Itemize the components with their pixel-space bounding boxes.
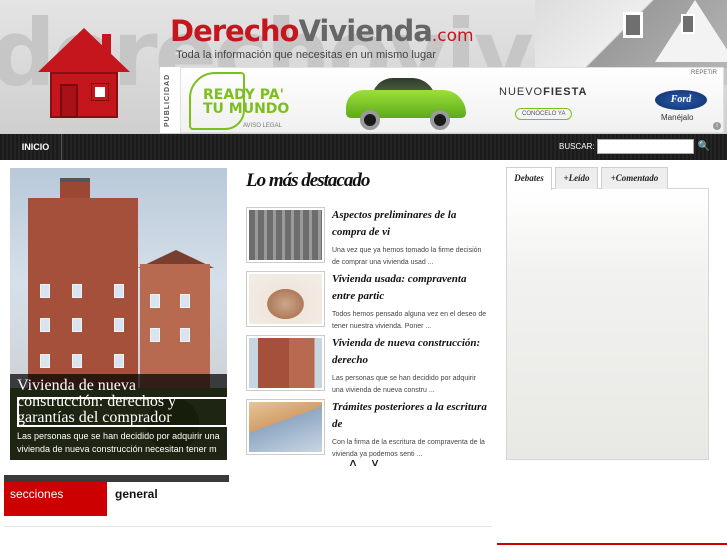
building-window bbox=[180, 328, 190, 342]
tab-debates[interactable]: Debates bbox=[506, 167, 552, 190]
building-window bbox=[40, 284, 50, 298]
featured-article[interactable]: Vivienda de nueva construcción: derechos… bbox=[10, 168, 227, 460]
ad-model-name: FIESTA bbox=[543, 86, 588, 98]
site-tagline: Toda la información que necesitas en un … bbox=[176, 49, 436, 61]
article-title[interactable]: Trámites posteriores a la escritura de bbox=[332, 399, 487, 433]
building-window bbox=[72, 318, 82, 332]
highlights-heading: Lo más destacado bbox=[246, 170, 370, 191]
building-window bbox=[72, 354, 82, 368]
building-window bbox=[150, 328, 160, 342]
thumb-image bbox=[249, 338, 322, 388]
header-house-photo bbox=[535, 0, 727, 68]
building-window bbox=[40, 354, 50, 368]
building-window bbox=[114, 318, 124, 332]
building-window bbox=[40, 318, 50, 332]
car-image bbox=[346, 78, 466, 130]
thumb-image bbox=[249, 274, 322, 324]
article-pager: ˄ ˅ bbox=[346, 456, 386, 470]
search-label: BUSCAR: bbox=[559, 142, 595, 151]
tab-comentado[interactable]: +Comentado bbox=[601, 167, 668, 189]
tab-leido[interactable]: +Leído bbox=[555, 167, 598, 189]
tabs-content-panel bbox=[506, 188, 709, 460]
article-title[interactable]: Aspectos preliminares de la compra de vi bbox=[332, 207, 487, 241]
ad-model-prefix: NUEVO bbox=[499, 86, 544, 98]
article-title[interactable]: Vivienda de nueva construcción: derecho bbox=[332, 335, 487, 369]
sections-label: secciones bbox=[4, 482, 107, 516]
article-description: Las personas que se han decidido por adq… bbox=[332, 375, 476, 394]
photo-window bbox=[681, 14, 695, 34]
brick-building-thumb-icon[interactable] bbox=[246, 335, 325, 391]
ad-label: PUBLICIDAD bbox=[164, 73, 171, 127]
thumb-image bbox=[249, 210, 322, 260]
article-item[interactable]: Trámites posteriores a la escritura de C… bbox=[246, 399, 491, 459]
euro-house-thumb-icon[interactable] bbox=[246, 399, 325, 455]
house-window bbox=[91, 83, 109, 101]
article-description: Una vez que ya hemos tomado la firme dec… bbox=[332, 247, 482, 266]
ad-container: PUBLICIDAD READY PA' TU MUNDO AVISO LEGA… bbox=[160, 67, 724, 133]
ad-cta-button[interactable]: CONÓCELO YA bbox=[515, 108, 573, 120]
ad-model: NUEVOFIESTA bbox=[499, 86, 587, 98]
money-house-thumb-icon[interactable] bbox=[246, 271, 325, 327]
nav-item-inicio[interactable]: INICIO bbox=[10, 134, 62, 160]
building-window bbox=[180, 294, 190, 308]
site-header: derechoviviend DerechoVivienda.com Toda … bbox=[0, 0, 727, 134]
car-wheel bbox=[360, 110, 380, 130]
brand-suffix: .com bbox=[431, 26, 474, 46]
featured-title[interactable]: Vivienda de nueva construcción: derechos… bbox=[17, 378, 222, 426]
tower-top bbox=[60, 178, 90, 200]
house-door bbox=[60, 84, 78, 118]
article-title[interactable]: Vivienda usada: compraventa entre partic bbox=[332, 271, 487, 305]
chevron-up-icon[interactable]: ˄ bbox=[346, 456, 360, 470]
building-window bbox=[150, 294, 160, 308]
brand-part-2: Vivienda bbox=[298, 14, 432, 48]
ad-brand-tagline: Manéjalo bbox=[661, 113, 694, 122]
house-logo-icon[interactable] bbox=[38, 28, 130, 120]
building-thumb-icon[interactable] bbox=[246, 207, 325, 263]
article-item[interactable]: Vivienda de nueva construcción: derecho … bbox=[246, 335, 491, 395]
photo-window bbox=[623, 12, 643, 38]
ad-slogan: READY PA' TU MUNDO bbox=[203, 87, 290, 117]
search-input[interactable] bbox=[597, 139, 694, 154]
article-item[interactable]: Vivienda usada: compraventa entre partic… bbox=[246, 271, 491, 331]
page: derechoviviend DerechoVivienda.com Toda … bbox=[0, 0, 727, 545]
house-body bbox=[50, 72, 118, 118]
site-logo-link[interactable]: DerechoVivienda.com bbox=[170, 14, 474, 48]
house-roof bbox=[38, 28, 130, 72]
car-wheel bbox=[430, 110, 450, 130]
featured-description: Las personas que se han decidido por adq… bbox=[17, 431, 220, 454]
search-icon[interactable]: 🔍 bbox=[697, 139, 711, 154]
article-item[interactable]: Aspectos preliminares de la compra de vi… bbox=[246, 207, 491, 267]
building-window bbox=[114, 284, 124, 298]
ad-legal-link[interactable]: AVISO LEGAL bbox=[243, 123, 282, 129]
chevron-down-icon[interactable]: ˅ bbox=[368, 456, 382, 470]
ford-logo-icon: Ford bbox=[655, 90, 707, 110]
main-navbar: INICIO BUSCAR: 🔍 bbox=[0, 134, 727, 160]
building-window bbox=[72, 284, 82, 298]
section-general-link[interactable]: general bbox=[115, 482, 158, 506]
brand-part-1: Derecho bbox=[170, 14, 299, 48]
article-description: Todos hemos pensado alguna vez en el des… bbox=[332, 311, 487, 330]
thumb-image bbox=[249, 402, 322, 452]
sections-top-bar bbox=[4, 475, 229, 482]
ad-replay-button[interactable]: REPETIR bbox=[691, 70, 717, 76]
building-window bbox=[114, 354, 124, 368]
divider bbox=[4, 526, 492, 527]
ad-info-icon[interactable]: i bbox=[713, 122, 721, 130]
ford-ad-banner[interactable]: READY PA' TU MUNDO AVISO LEGAL NUEVOFIES… bbox=[180, 67, 724, 133]
